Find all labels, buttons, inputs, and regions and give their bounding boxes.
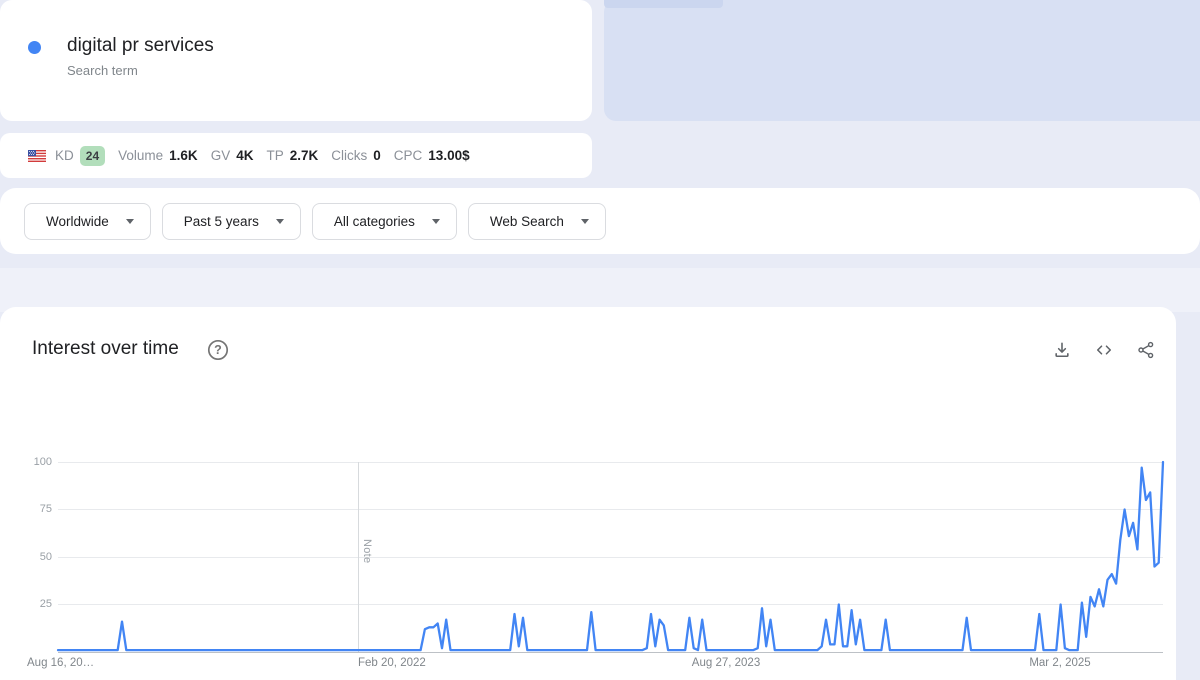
kd-score-badge: 24 bbox=[80, 146, 105, 166]
filter-timerange-dropdown[interactable]: Past 5 years bbox=[162, 203, 301, 240]
metric-value-tp: 2.7K bbox=[290, 148, 319, 163]
metric-label-cpc: CPC bbox=[394, 148, 423, 163]
filter-searchtype-dropdown[interactable]: Web Search bbox=[468, 203, 606, 240]
chevron-down-icon bbox=[126, 219, 134, 224]
filter-region-label: Worldwide bbox=[46, 214, 109, 229]
metric-label-kd: KD bbox=[55, 148, 74, 163]
metric-value-clicks: 0 bbox=[373, 148, 381, 163]
metric-value-cpc: 13.00$ bbox=[428, 148, 469, 163]
filter-category-dropdown[interactable]: All categories bbox=[312, 203, 457, 240]
series-color-dot bbox=[28, 41, 41, 54]
metric-value-volume: 1.6K bbox=[169, 148, 198, 163]
filter-region-dropdown[interactable]: Worldwide bbox=[24, 203, 151, 240]
search-term-card[interactable]: digital pr services Search term bbox=[0, 0, 592, 121]
metric-value-gv: 4K bbox=[236, 148, 253, 163]
x-tick-2: Aug 27, 2023 bbox=[692, 657, 760, 669]
filter-category-label: All categories bbox=[334, 214, 415, 229]
chevron-down-icon bbox=[432, 219, 440, 224]
us-flag-icon bbox=[28, 150, 46, 162]
background-band bbox=[0, 268, 1200, 312]
compare-card[interactable]: + Compare bbox=[604, 0, 1200, 121]
google-trends-page: digital pr services Search term + Compar… bbox=[0, 0, 1200, 680]
filter-searchtype-label: Web Search bbox=[490, 214, 564, 229]
trend-line-chart[interactable] bbox=[0, 307, 1176, 680]
trend-series-line bbox=[58, 462, 1163, 650]
x-tick-3: Mar 2, 2025 bbox=[1029, 657, 1090, 669]
chevron-down-icon bbox=[276, 219, 284, 224]
x-tick-0: Aug 16, 20… bbox=[27, 657, 94, 669]
filter-bar: Worldwide Past 5 years All categories We… bbox=[0, 188, 1200, 254]
keyword-metrics-bar: KD 24 Volume 1.6K GV 4K TP 2.7K Clicks 0… bbox=[0, 133, 592, 178]
filter-timerange-label: Past 5 years bbox=[184, 214, 259, 229]
metric-label-tp: TP bbox=[266, 148, 283, 163]
metric-label-gv: GV bbox=[211, 148, 231, 163]
interest-over-time-panel: Interest over time ? bbox=[0, 307, 1176, 680]
search-term-subtitle: Search term bbox=[67, 63, 138, 78]
x-tick-1: Feb 20, 2022 bbox=[358, 657, 426, 669]
search-term-title: digital pr services bbox=[67, 35, 214, 57]
metric-label-volume: Volume bbox=[118, 148, 163, 163]
compare-card-top-strip bbox=[604, 0, 723, 8]
chevron-down-icon bbox=[581, 219, 589, 224]
metric-label-clicks: Clicks bbox=[331, 148, 367, 163]
